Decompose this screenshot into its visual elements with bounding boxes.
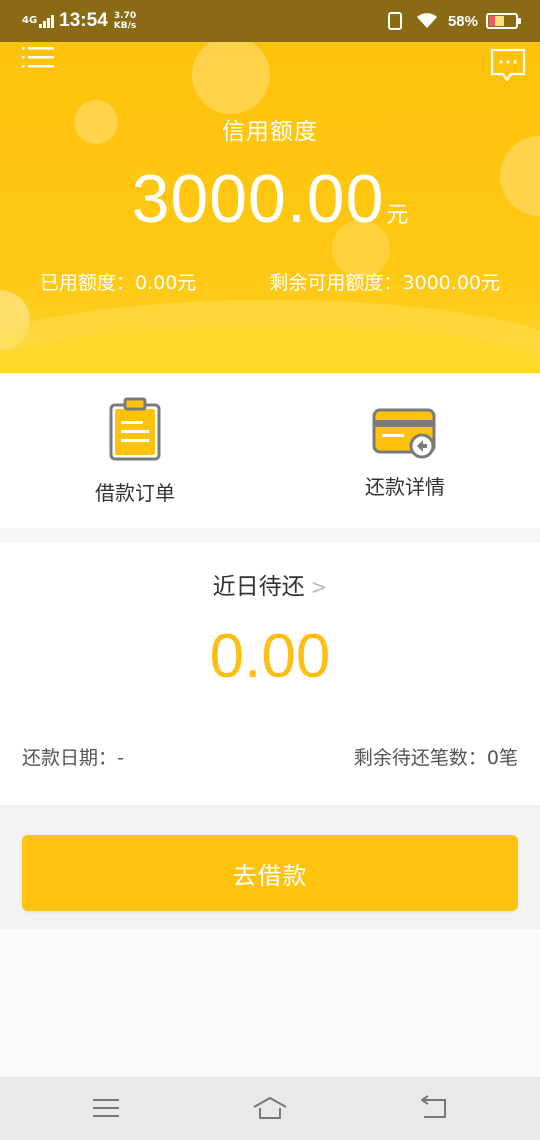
wifi-icon <box>416 13 437 28</box>
message-icon[interactable] <box>490 48 526 82</box>
credit-header: 信用额度 3000.00元 已用额度：0.00元 剩余可用额度：3000.00元 <box>0 42 540 373</box>
status-right: 58% <box>387 9 521 33</box>
credit-amount-value: 3000.00 <box>131 161 385 237</box>
network-speed: 3.70 KB/s <box>114 11 136 31</box>
back-icon[interactable] <box>414 1093 454 1123</box>
system-nav-bar <box>0 1077 540 1140</box>
credit-label: 信用额度 <box>222 119 318 145</box>
action-area: 去借款 <box>0 805 540 929</box>
recent-repayment-panel: 近日待还 > 0.00 还款日期：- 剩余待还笔数：0笔 <box>0 543 540 805</box>
home-icon[interactable] <box>250 1093 290 1123</box>
status-left: 4G 13:54 3.70 KB/s <box>22 9 136 33</box>
card-repayment-icon <box>372 408 436 459</box>
used-credit: 已用额度：0.00元 <box>40 272 197 294</box>
speed-unit: KB/s <box>113 21 137 31</box>
speed-value: 3.70 <box>113 11 137 21</box>
shortcut-panel: 借款订单 还款详情 <box>0 373 540 528</box>
chevron-right-icon: > <box>310 575 328 599</box>
vibrate-icon <box>387 12 402 30</box>
recent-repayment-title-text: 近日待还 <box>212 574 305 600</box>
menu-icon[interactable] <box>22 46 54 70</box>
clipboard-order-icon <box>109 397 161 461</box>
repayment-details-label: 还款详情 <box>365 475 445 499</box>
battery-icon <box>486 13 521 29</box>
decor-bubble <box>192 42 270 114</box>
status-bar: 4G 13:54 3.70 KB/s 58% <box>0 0 540 42</box>
menu-icon[interactable] <box>86 1093 126 1123</box>
signal-icon <box>39 14 55 28</box>
battery-percent: 58% <box>447 12 478 30</box>
remaining-credit: 剩余可用额度：3000.00元 <box>269 272 500 294</box>
repayment-details-shortcut[interactable]: 还款详情 <box>270 373 540 528</box>
recent-repayment-amount: 0.00 <box>209 622 331 691</box>
loan-orders-label: 借款订单 <box>95 481 175 505</box>
recent-repayment-title[interactable]: 近日待还 > <box>0 567 540 601</box>
blank-area <box>0 929 540 1077</box>
loan-orders-shortcut[interactable]: 借款订单 <box>0 373 270 528</box>
credit-amount-unit: 元 <box>386 203 409 228</box>
repayment-date: 还款日期：- <box>22 747 124 769</box>
go-loan-button[interactable]: 去借款 <box>22 835 518 911</box>
credit-amount: 3000.00元 <box>0 160 540 238</box>
remaining-repayment-count: 剩余待还笔数：0笔 <box>353 747 518 769</box>
clock: 13:54 <box>59 10 108 31</box>
network-type: 4G <box>22 15 38 26</box>
